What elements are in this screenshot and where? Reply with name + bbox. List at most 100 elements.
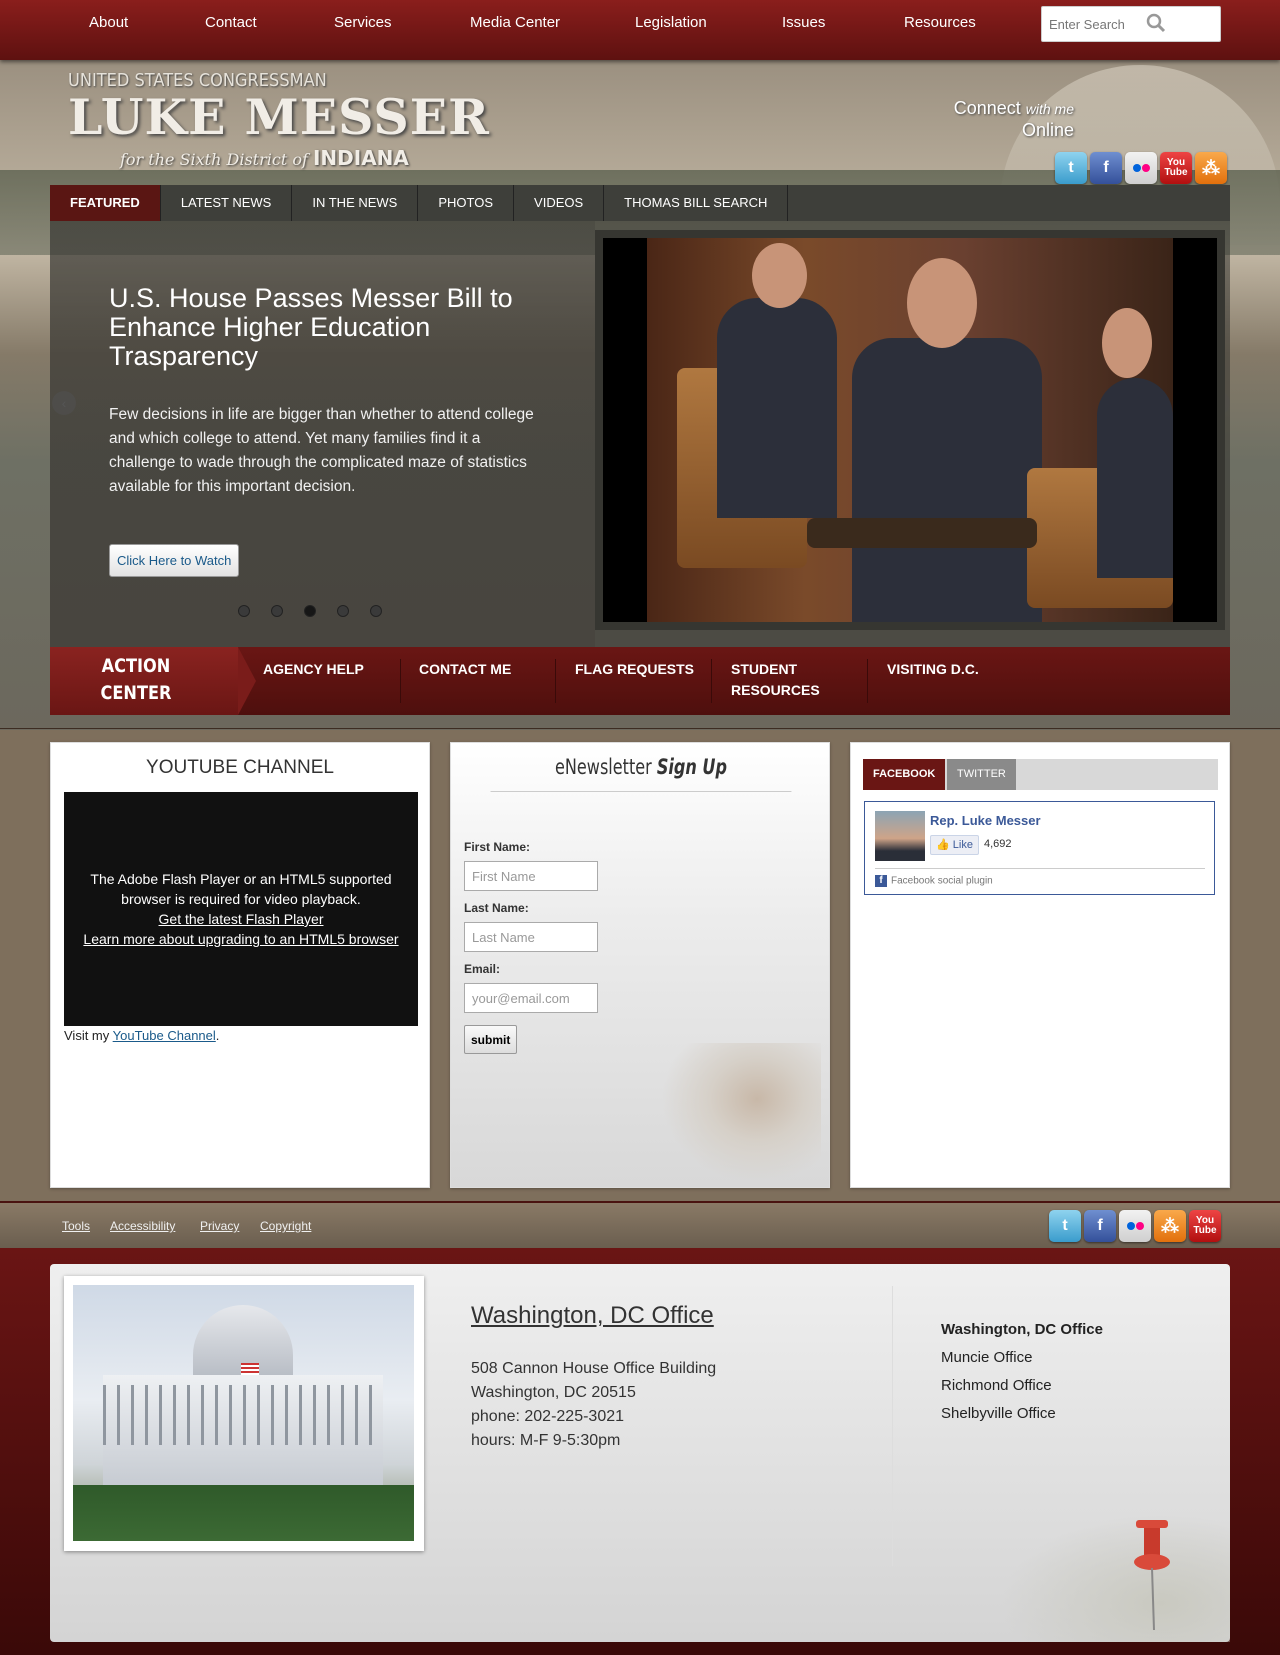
- nav-issues[interactable]: Issues: [782, 14, 825, 31]
- social-panel: FACEBOOK TWITTER Rep. Luke Messer 👍 Like…: [850, 742, 1230, 1188]
- visit-prefix: Visit my: [64, 1028, 110, 1043]
- tab-thomas-bill-search[interactable]: THOMAS BILL SEARCH: [604, 185, 789, 221]
- action-visiting-dc[interactable]: VISITING D.C.: [887, 659, 1027, 680]
- nav-services[interactable]: Services: [334, 14, 392, 31]
- tab-videos[interactable]: VIDEOS: [514, 185, 605, 221]
- slide-dot-active[interactable]: [304, 605, 316, 617]
- youtube-visit: Visit my YouTube Channel.: [64, 1028, 219, 1043]
- facebook-like-box: Rep. Luke Messer 👍 Like 4,692 f Facebook …: [864, 801, 1215, 895]
- slide-headline[interactable]: U.S. House Passes Messer Bill to Enhance…: [109, 284, 549, 371]
- youtube-icon[interactable]: You Tube: [1160, 152, 1192, 184]
- tab-photos[interactable]: PHOTOS: [418, 185, 515, 221]
- offices-card: Washington, DC Office 508 Cannon House O…: [50, 1264, 1230, 1642]
- office-item-shelbyville[interactable]: Shelbyville Office: [941, 1400, 1103, 1428]
- html5-upgrade-link[interactable]: Learn more about upgrading to an HTML5 b…: [64, 929, 418, 949]
- email-field[interactable]: [464, 983, 598, 1013]
- nav-media-center[interactable]: Media Center: [470, 14, 560, 31]
- office-address-1: 508 Cannon House Office Building: [471, 1360, 717, 1377]
- person: [1097, 378, 1173, 578]
- slide-dot[interactable]: [337, 605, 349, 617]
- action-center-badge: ACTION CENTER: [50, 647, 256, 715]
- divider: [892, 1286, 893, 1566]
- office-item-richmond[interactable]: Richmond Office: [941, 1372, 1103, 1400]
- map-background: [1000, 1514, 1230, 1642]
- connect-label: Connect: [953, 98, 1021, 118]
- like-label: Like: [952, 839, 973, 851]
- nav-contact[interactable]: Contact: [205, 14, 257, 31]
- email-label: Email:: [464, 962, 501, 976]
- youtube-channel-link[interactable]: YouTube Channel: [113, 1028, 216, 1043]
- facebook-page-name[interactable]: Rep. Luke Messer: [930, 813, 1041, 828]
- tab-featured[interactable]: FEATURED: [50, 185, 161, 221]
- slide-dot[interactable]: [238, 605, 250, 617]
- like-button[interactable]: 👍 Like: [930, 835, 979, 855]
- facebook-icon: f: [875, 875, 887, 887]
- action-flag-requests[interactable]: FLAG REQUESTS: [575, 659, 715, 680]
- nav-legislation[interactable]: Legislation: [635, 14, 707, 31]
- offices-section: Washington, DC Office 508 Cannon House O…: [0, 1248, 1280, 1655]
- office-details: 508 Cannon House Office Building Washing…: [471, 1357, 716, 1453]
- action-center: ACTION CENTER AGENCY HELP CONTACT ME FLA…: [50, 647, 1230, 715]
- logo-subtitle: for the Sixth District of INDIANA: [120, 146, 409, 170]
- footer-tools-link[interactable]: Tools: [62, 1219, 90, 1233]
- tab-facebook[interactable]: FACEBOOK: [863, 759, 946, 790]
- newsletter-title-b: Sign Up: [656, 755, 727, 779]
- facebook-icon[interactable]: f: [1090, 152, 1122, 184]
- slide-dot[interactable]: [271, 605, 283, 617]
- youtube-player[interactable]: The Adobe Flash Player or an HTML5 suppo…: [64, 792, 418, 1026]
- flickr-icon[interactable]: [1119, 1210, 1151, 1242]
- footer-copyright-link[interactable]: Copyright: [260, 1219, 311, 1233]
- office-item-washington[interactable]: Washington, DC Office: [941, 1316, 1103, 1344]
- slide-video[interactable]: [603, 238, 1217, 622]
- slide-pager: [238, 605, 382, 617]
- flickr-icon[interactable]: [1125, 152, 1157, 184]
- search-box: [1041, 6, 1221, 42]
- office-address-2: Washington, DC 20515: [471, 1384, 636, 1401]
- action-title-line1: ACTION: [101, 655, 171, 677]
- capitol-columns: [103, 1385, 383, 1445]
- tab-twitter[interactable]: TWITTER: [947, 759, 1016, 790]
- action-center-title: ACTION CENTER: [88, 653, 183, 707]
- action-agency-help[interactable]: AGENCY HELP: [263, 659, 403, 680]
- capitol-photo: [73, 1285, 414, 1541]
- speaker: [852, 338, 1042, 622]
- footer-privacy-link[interactable]: Privacy: [200, 1219, 239, 1233]
- action-student-resources[interactable]: STUDENT RESOURCES: [731, 659, 831, 701]
- rss-icon[interactable]: ⁂: [1154, 1210, 1186, 1242]
- twitter-icon[interactable]: t: [1049, 1210, 1081, 1242]
- avatar[interactable]: [875, 811, 925, 861]
- newsletter-title-a: eNewsletter: [555, 755, 652, 779]
- nav-about[interactable]: About: [89, 14, 128, 31]
- last-name-field[interactable]: [464, 922, 598, 952]
- twitter-icon[interactable]: t: [1055, 152, 1087, 184]
- slide-dot[interactable]: [370, 605, 382, 617]
- first-name-field[interactable]: [464, 861, 598, 891]
- office-item-muncie[interactable]: Muncie Office: [941, 1344, 1103, 1372]
- trees: [73, 1485, 414, 1541]
- action-contact-me[interactable]: CONTACT ME: [419, 659, 559, 680]
- thumbs-up-icon: 👍: [936, 839, 950, 851]
- flash-player-link[interactable]: Get the latest Flash Player: [64, 909, 418, 929]
- speaker-head: [907, 258, 977, 348]
- like-count: 4,692: [984, 838, 1012, 850]
- submit-button[interactable]: submit: [464, 1025, 518, 1054]
- youtube-icon[interactable]: You Tube: [1189, 1210, 1221, 1242]
- office-heading[interactable]: Washington, DC Office: [471, 1302, 714, 1330]
- tab-latest-news[interactable]: LATEST NEWS: [161, 185, 293, 221]
- plugin-label: Facebook social plugin: [891, 875, 993, 887]
- search-icon[interactable]: [1146, 13, 1166, 33]
- nav-resources[interactable]: Resources: [904, 14, 976, 31]
- person-head: [1102, 308, 1152, 378]
- last-name-label: Last Name:: [464, 901, 529, 915]
- facebook-icon[interactable]: f: [1084, 1210, 1116, 1242]
- rss-icon[interactable]: ⁂: [1195, 152, 1227, 184]
- logo-name[interactable]: LUKE MESSER: [68, 88, 490, 146]
- watch-button[interactable]: Click Here to Watch: [109, 544, 240, 577]
- prev-arrow-icon[interactable]: ‹: [52, 391, 76, 415]
- flag: [241, 1363, 259, 1375]
- featured-slider: U.S. House Passes Messer Bill to Enhance…: [50, 221, 1230, 647]
- header-social-icons: t f You Tube ⁂: [1055, 152, 1227, 184]
- divider: [555, 659, 556, 703]
- tab-in-the-news[interactable]: IN THE NEWS: [292, 185, 419, 221]
- footer-accessibility-link[interactable]: Accessibility: [110, 1219, 175, 1233]
